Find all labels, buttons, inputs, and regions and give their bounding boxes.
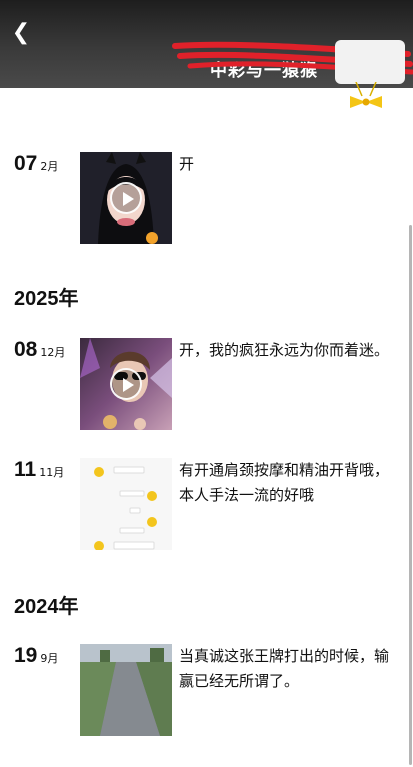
entry-month: 12月	[40, 346, 66, 359]
moment-entry[interactable]: 11 11月 有开通肩颈按摩和精油开背哦，本人手法一流的好哦	[0, 458, 413, 550]
moment-entry[interactable]: 19 9月 当真诚这张王牌打出的时候，输赢已经无所谓了。	[0, 644, 413, 736]
entry-day: 11	[14, 458, 37, 481]
entry-text: 有开通肩颈按摩和精油开背哦，本人手法一流的好哦	[179, 461, 390, 504]
video-thumbnail[interactable]	[80, 338, 172, 430]
entry-month: 9月	[40, 652, 59, 665]
entry-text: 当真诚这张王牌打出的时候，输赢已经无所谓了。	[179, 647, 390, 690]
video-thumbnail[interactable]	[80, 152, 172, 244]
chat-screenshot-thumbnail[interactable]	[80, 458, 172, 550]
entry-text: 开，我的疯狂永远为你而着迷。	[179, 341, 390, 359]
year-header: 2024年	[14, 596, 79, 618]
top-bar: ❮ 中彩与一猿猴	[0, 0, 413, 88]
entry-month: 2月	[40, 160, 59, 173]
scrollbar[interactable]	[409, 225, 412, 765]
chat-screenshot-image	[80, 458, 172, 550]
moment-entry[interactable]: 07 2月 开	[0, 152, 413, 244]
entry-day: 07	[14, 152, 38, 175]
entry-month: 11月	[39, 466, 65, 479]
chevron-left-icon: ❮	[11, 20, 31, 45]
play-icon	[110, 368, 142, 400]
entry-day: 19	[14, 644, 38, 667]
bow-pendant-icon	[350, 82, 382, 108]
entry-text: 开	[179, 155, 195, 173]
header-action-box[interactable]	[335, 40, 405, 84]
back-button[interactable]: ❮	[8, 20, 34, 46]
entry-date: 19 9月	[14, 644, 58, 668]
entry-day: 08	[14, 338, 38, 361]
moment-entry[interactable]: 08 12月 开，我的疯狂永远为你而着迷。	[0, 338, 413, 430]
entry-date: 08 12月	[14, 338, 65, 362]
year-header: 2025年	[14, 288, 79, 310]
entry-date: 11 11月	[14, 458, 64, 482]
play-icon	[110, 182, 142, 214]
photo-thumbnail[interactable]	[80, 644, 172, 736]
road-image	[80, 644, 172, 736]
entry-date: 07 2月	[14, 152, 58, 176]
